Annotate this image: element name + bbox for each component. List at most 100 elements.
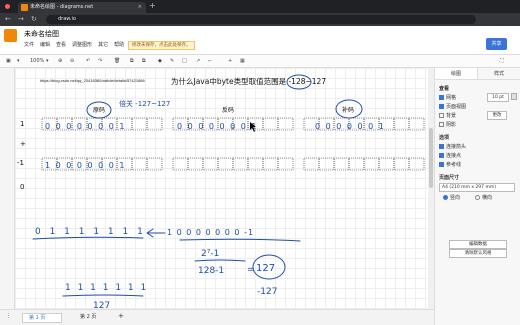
grid-color-swatch[interactable] <box>511 93 517 100</box>
shadow-checkbox[interactable]: 阴影 <box>439 121 456 128</box>
bit-cell[interactable] <box>378 157 395 171</box>
pages-menu-icon[interactable]: ⋮ <box>6 313 11 319</box>
bit-cell[interactable] <box>277 117 294 131</box>
col-label-complement: 补码 <box>342 106 354 114</box>
zoom-select[interactable]: 100% <box>30 58 44 64</box>
shadow-icon[interactable]: □ <box>182 58 187 64</box>
menu-edit[interactable]: 编辑 <box>40 42 50 48</box>
share-button[interactable]: 共享 <box>486 38 507 50</box>
back-icon[interactable]: ← <box>5 15 11 23</box>
new-tab-icon[interactable]: + <box>149 1 156 10</box>
connection-arrows-checkbox[interactable]: 连接箭头 <box>439 143 466 150</box>
menu-arrange[interactable]: 调整图形 <box>72 42 92 48</box>
hand-seven-ones: 1 1 1 1 1 1 1 <box>65 283 148 293</box>
tab-style[interactable]: 样式 <box>478 68 520 79</box>
to-front-icon[interactable]: ⧉ <box>130 58 134 64</box>
bit-cell[interactable] <box>262 117 279 131</box>
bit-cell[interactable] <box>393 157 410 171</box>
bit-cell[interactable] <box>146 117 163 131</box>
format-panel-icon[interactable]: ▣ <box>6 58 11 64</box>
bit-cell[interactable] <box>131 117 148 131</box>
bit-cell[interactable] <box>318 157 335 171</box>
bit-cell[interactable] <box>363 157 380 171</box>
reload-icon[interactable]: ↻ <box>31 15 37 23</box>
grid-checkbox[interactable]: 网格 <box>439 94 456 101</box>
url-field[interactable]: draw.io <box>46 15 476 24</box>
bit-cell[interactable] <box>303 157 320 171</box>
bit-cell[interactable] <box>232 157 249 171</box>
reference-link[interactable]: https://blog.csdn.net/qq_23418360/articl… <box>40 78 146 83</box>
bit-cell[interactable] <box>277 157 294 171</box>
connection-points-checkbox[interactable]: 连接点 <box>439 152 461 159</box>
bit-cell[interactable] <box>131 157 148 171</box>
bit-cell[interactable] <box>217 157 234 171</box>
portrait-radio[interactable]: 竖向 <box>443 194 460 201</box>
scrollbar-thumb[interactable] <box>429 128 433 188</box>
bit-cell[interactable] <box>172 157 189 171</box>
browser-tab[interactable]: 未命名绘图 - diagrams.net × <box>18 2 146 13</box>
landscape-radio[interactable]: 横向 <box>475 194 492 201</box>
menu-extras[interactable]: 其它 <box>98 42 108 48</box>
zoom-out-icon[interactable]: ⊖ <box>70 58 74 64</box>
clear-default-style-button[interactable]: 清除默认风格 <box>449 249 507 258</box>
hand-calc: 128-1 <box>198 266 224 276</box>
fullscreen-icon[interactable]: ⛶ <box>500 58 504 64</box>
page-tab-2[interactable]: 第 2 页 <box>80 313 110 323</box>
bit-cell[interactable] <box>333 157 350 171</box>
guides-checkbox[interactable]: 参考线 <box>439 161 461 168</box>
view-section-title: 查看 <box>439 86 450 92</box>
page-tab-1[interactable]: 第 1 页 <box>22 313 62 323</box>
row-label-1: 1 <box>20 120 24 128</box>
diagram-canvas[interactable]: https://blog.csdn.net/qq_23418360/articl… <box>15 68 428 309</box>
paper-size-select[interactable]: A4 (210 mm x 297 mm) <box>439 183 515 192</box>
bit-cell[interactable] <box>247 157 264 171</box>
bit-cell[interactable] <box>393 117 410 131</box>
redo-icon[interactable]: ↷ <box>98 58 102 64</box>
bit-cell[interactable] <box>408 117 425 131</box>
line-color-icon[interactable]: ✎ <box>170 58 174 64</box>
forward-icon[interactable]: → <box>18 15 24 23</box>
hand-original-note: 倍关 -127~127 <box>119 99 170 108</box>
unsaved-changes-notice[interactable]: 修改未保存，点击此处保存。 <box>128 41 195 50</box>
grid-label: 网格 <box>446 95 457 101</box>
change-background-button[interactable]: 更改 <box>487 111 507 120</box>
menu-file[interactable]: 文件 <box>24 42 34 48</box>
fill-color-icon[interactable]: ◆ <box>158 58 162 64</box>
bit-cell[interactable] <box>408 157 425 171</box>
delete-icon[interactable]: 🗑 <box>114 58 120 64</box>
row-label-neg1: -1 <box>17 159 24 167</box>
connection-arrows-label: 连接箭头 <box>446 144 467 150</box>
menu-help[interactable]: 帮助 <box>114 42 124 48</box>
close-tab-icon[interactable]: × <box>138 2 142 13</box>
guides-label: 参考线 <box>446 162 462 168</box>
add-page-icon[interactable]: + <box>118 312 124 320</box>
format-panel: 绘图 样式 查看 网格 10 pt 页面视图 背景 更改 阴影 选项 连接箭头 … <box>434 68 520 325</box>
left-collapsed-panel[interactable] <box>0 68 15 309</box>
zoom-dropdown-icon[interactable]: ▾ <box>46 58 49 64</box>
canvas-heading: 为什么Java中byte类型取值范围是 -128~127 <box>171 76 326 86</box>
shadow-label: 阴影 <box>446 122 457 128</box>
document-title[interactable]: 未命名绘图 <box>24 29 59 39</box>
to-back-icon[interactable]: ⧉ <box>142 58 146 64</box>
landscape-radio-icon <box>475 195 480 200</box>
tab-diagram[interactable]: 绘图 <box>435 68 478 79</box>
insert-icon[interactable]: + <box>228 58 232 64</box>
table-icon[interactable]: ▦ <box>240 58 245 64</box>
waypoints-icon[interactable]: ⌐ <box>208 58 212 64</box>
connection-style-icon[interactable]: ↗ <box>196 58 200 64</box>
menu-bar: 文件 编辑 查看 调整图形 其它 帮助 <box>24 41 130 48</box>
background-checkbox[interactable]: 背景 <box>439 112 456 119</box>
bit-cell[interactable] <box>146 157 163 171</box>
edit-data-button[interactable]: 编辑数据 <box>449 240 507 249</box>
zoom-in-icon[interactable]: ⊕ <box>58 58 62 64</box>
bit-cell[interactable] <box>202 157 219 171</box>
bit-cell[interactable] <box>348 157 365 171</box>
bit-cell[interactable] <box>187 157 204 171</box>
undo-icon[interactable]: ↶ <box>86 58 90 64</box>
page-view-checkbox[interactable]: 页面视图 <box>439 103 466 110</box>
grid-check-icon <box>439 95 444 100</box>
close-window-dot[interactable] <box>5 4 10 9</box>
bit-cell[interactable] <box>262 157 279 171</box>
menu-view[interactable]: 查看 <box>56 42 66 48</box>
grid-size-input[interactable]: 10 pt <box>487 93 509 102</box>
